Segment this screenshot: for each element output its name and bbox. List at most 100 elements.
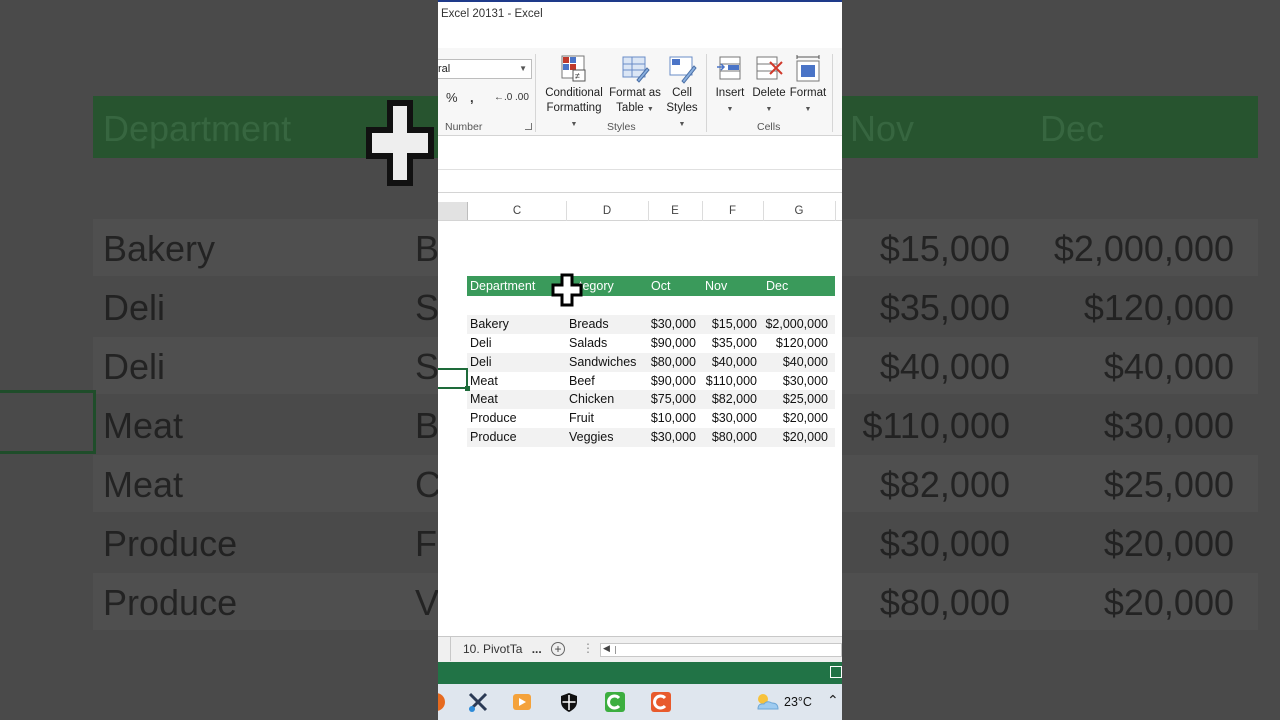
weather-partly-cloudy-icon[interactable] <box>752 691 782 713</box>
active-cell-selection[interactable] <box>438 368 470 391</box>
cell-oct[interactable]: $90,000 <box>651 374 696 388</box>
more-vertical-icon[interactable]: ⋮ <box>582 641 594 655</box>
conditional-formatting-icon: ≠ <box>561 55 586 82</box>
header-category[interactable]: tegory <box>579 279 614 293</box>
cell-category[interactable]: Salads <box>569 336 607 350</box>
scroll-left-icon[interactable]: ◀ <box>603 643 610 654</box>
cell-dec[interactable]: $40,000 <box>783 355 828 369</box>
comma-style-button[interactable]: , <box>470 90 474 105</box>
group-separator <box>832 54 833 132</box>
temperature-label[interactable]: 23°C <box>784 695 812 709</box>
insert-cells-button[interactable]: Insert ▼ <box>713 54 747 117</box>
shield-icon[interactable] <box>557 691 581 713</box>
cells-group-label: Cells <box>757 121 781 133</box>
sheet-tab[interactable]: 10. PivotTa ... <box>450 637 545 661</box>
chevron-down-icon: ▼ <box>678 121 686 128</box>
bg-cell: Deli <box>103 346 166 387</box>
cell-department[interactable]: Deli <box>470 355 492 369</box>
cell-oct[interactable]: $80,000 <box>651 355 696 369</box>
sheet-tab-overflow[interactable]: ... <box>532 642 542 656</box>
chevron-up-icon[interactable]: ⌃ <box>827 692 839 709</box>
header-nov[interactable]: Nov <box>705 279 727 293</box>
table-row: Meat Chicken $75,000 $82,000 $25,000 <box>467 390 835 409</box>
header-department[interactable]: Department <box>470 279 535 293</box>
bg-cell: $40,000 <box>879 346 1010 387</box>
snipping-tool-icon[interactable] <box>466 691 490 713</box>
conditional-formatting-button[interactable]: ≠ Conditional Formatting ▼ <box>542 54 606 132</box>
conditional-formatting-line1: Conditional <box>545 87 603 99</box>
cell-nov[interactable]: $110,000 <box>706 374 757 388</box>
cell-styles-button[interactable]: Cell Styles ▼ <box>662 54 702 132</box>
cell-nov[interactable]: $15,000 <box>712 317 757 331</box>
fill-handle[interactable] <box>465 386 470 391</box>
normal-view-icon[interactable] <box>830 666 842 678</box>
media-player-icon[interactable] <box>510 691 534 713</box>
delete-cells-button[interactable]: Delete ▼ <box>751 54 787 117</box>
number-format-dropdown[interactable]: ral ▼ <box>438 59 532 79</box>
cell-oct[interactable]: $10,000 <box>651 411 696 425</box>
bg-active-cell <box>0 390 96 454</box>
cell-nov[interactable]: $40,000 <box>712 355 757 369</box>
cell-department[interactable]: Deli <box>470 336 492 350</box>
cell-department[interactable]: Meat <box>470 392 498 406</box>
cell-oct[interactable]: $30,000 <box>651 430 696 444</box>
column-header-f[interactable]: F <box>702 205 763 217</box>
bg-cell: $25,000 <box>1103 464 1234 505</box>
format-as-table-button[interactable]: Format as Table ▼ <box>608 54 662 117</box>
cell-category[interactable]: Veggies <box>569 430 613 444</box>
cell-department[interactable]: Produce <box>470 411 517 425</box>
cell-dec[interactable]: $20,000 <box>783 411 828 425</box>
cell-dec[interactable]: $2,000,000 <box>765 317 828 331</box>
camtasia-green-icon[interactable] <box>603 691 627 713</box>
decrease-decimal-button[interactable]: .00 <box>515 92 529 103</box>
cell-department[interactable]: Bakery <box>470 317 509 331</box>
add-sheet-icon[interactable]: + <box>551 642 565 656</box>
cell-nov[interactable]: $80,000 <box>712 430 757 444</box>
cell-category[interactable]: Chicken <box>569 392 614 406</box>
column-header-e[interactable]: E <box>648 205 702 217</box>
cell-dec[interactable]: $25,000 <box>783 392 828 406</box>
worksheet-grid[interactable]: Department tegory Oct Nov Dec Bakery Bre… <box>438 221 842 636</box>
percent-style-button[interactable]: % <box>446 90 458 105</box>
cell-department[interactable]: Meat <box>470 374 498 388</box>
cell-oct[interactable]: $90,000 <box>651 336 696 350</box>
cell-nov[interactable]: $30,000 <box>712 411 757 425</box>
cell-category[interactable]: Fruit <box>569 411 594 425</box>
increase-decimal-button[interactable]: ←.0 <box>494 92 512 103</box>
cell-nov[interactable]: $82,000 <box>712 392 757 406</box>
number-dialog-launcher-icon[interactable] <box>525 123 532 130</box>
cell-category[interactable]: Sandwiches <box>569 355 636 369</box>
bg-cell: $82,000 <box>879 464 1010 505</box>
bg-cell: Bakery <box>103 228 216 269</box>
cell-oct[interactable]: $75,000 <box>651 392 696 406</box>
format-label: Format <box>789 87 827 99</box>
column-header-c[interactable]: C <box>468 205 566 217</box>
format-as-table-line1: Format as <box>609 87 661 99</box>
select-all-corner[interactable] <box>438 202 468 220</box>
cell-department[interactable]: Produce <box>470 430 517 444</box>
bg-cell: $30,000 <box>879 523 1010 564</box>
header-oct[interactable]: Oct <box>651 279 670 293</box>
camtasia-orange-icon[interactable] <box>649 691 673 713</box>
cell-category[interactable]: Beef <box>569 374 595 388</box>
format-cells-button[interactable]: Format ▼ <box>789 54 827 117</box>
cell-oct[interactable]: $30,000 <box>651 317 696 331</box>
header-dec[interactable]: Dec <box>766 279 788 293</box>
column-header-g[interactable]: G <box>763 205 835 217</box>
cell-dec[interactable]: $30,000 <box>783 374 828 388</box>
app-icon-partial[interactable] <box>438 691 448 713</box>
cell-styles-icon <box>669 56 697 84</box>
cell-category[interactable]: Breads <box>569 317 609 331</box>
cell-dec[interactable]: $20,000 <box>783 430 828 444</box>
insert-label: Insert <box>715 87 745 99</box>
cursor-cross-icon <box>551 273 583 307</box>
sheet-tab-bar: 10. PivotTa ... + ⋮ ◀ <box>438 636 842 662</box>
cell-dec[interactable]: $120,000 <box>776 336 828 350</box>
column-header-d[interactable]: D <box>566 205 648 217</box>
scrollbar-thumb[interactable] <box>615 646 616 654</box>
horizontal-scrollbar[interactable]: ◀ <box>600 643 842 657</box>
sheet-tab-label: 10. PivotTa <box>463 642 523 656</box>
cell-nov[interactable]: $35,000 <box>712 336 757 350</box>
number-group-label: Number <box>445 121 483 133</box>
formula-bar[interactable] <box>438 136 842 193</box>
